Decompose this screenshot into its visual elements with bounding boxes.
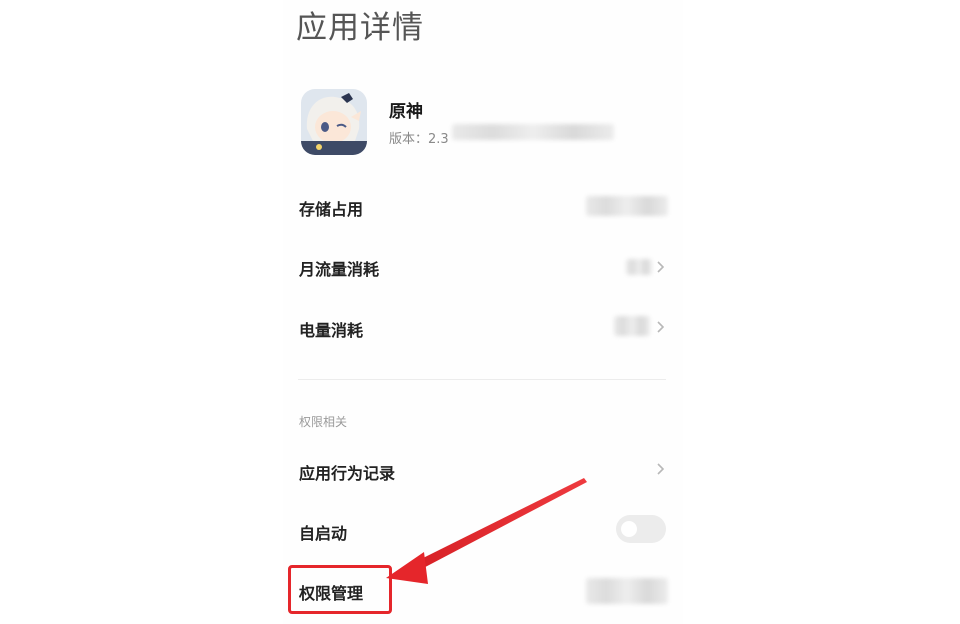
- chevron-right-icon: [657, 321, 665, 333]
- monthly-data-label: 月流量消耗: [299, 260, 380, 279]
- battery-label: 电量消耗: [299, 321, 364, 340]
- storage-label: 存储占用: [299, 200, 364, 219]
- redacted-version: [452, 124, 614, 140]
- auto-start-toggle[interactable]: [616, 515, 666, 543]
- redacted-data-value: [626, 259, 652, 275]
- app-name: 原神: [389, 102, 423, 122]
- app-icon: [301, 89, 367, 155]
- redacted-battery-value: [614, 316, 650, 336]
- section-divider: [298, 379, 666, 380]
- permissions-section-label: 权限相关: [299, 415, 348, 429]
- app-version: 版本：2.3: [389, 132, 449, 147]
- chevron-right-icon: [657, 463, 665, 475]
- page-title: 应用详情: [296, 10, 424, 46]
- toggle-knob: [621, 521, 637, 537]
- auto-start-label: 自启动: [299, 524, 348, 543]
- redacted-permission-value: [586, 578, 668, 604]
- redacted-storage-value: [586, 196, 668, 216]
- behavior-log-label: 应用行为记录: [299, 464, 396, 483]
- chevron-right-icon: [657, 261, 665, 273]
- highlight-box: [288, 565, 392, 614]
